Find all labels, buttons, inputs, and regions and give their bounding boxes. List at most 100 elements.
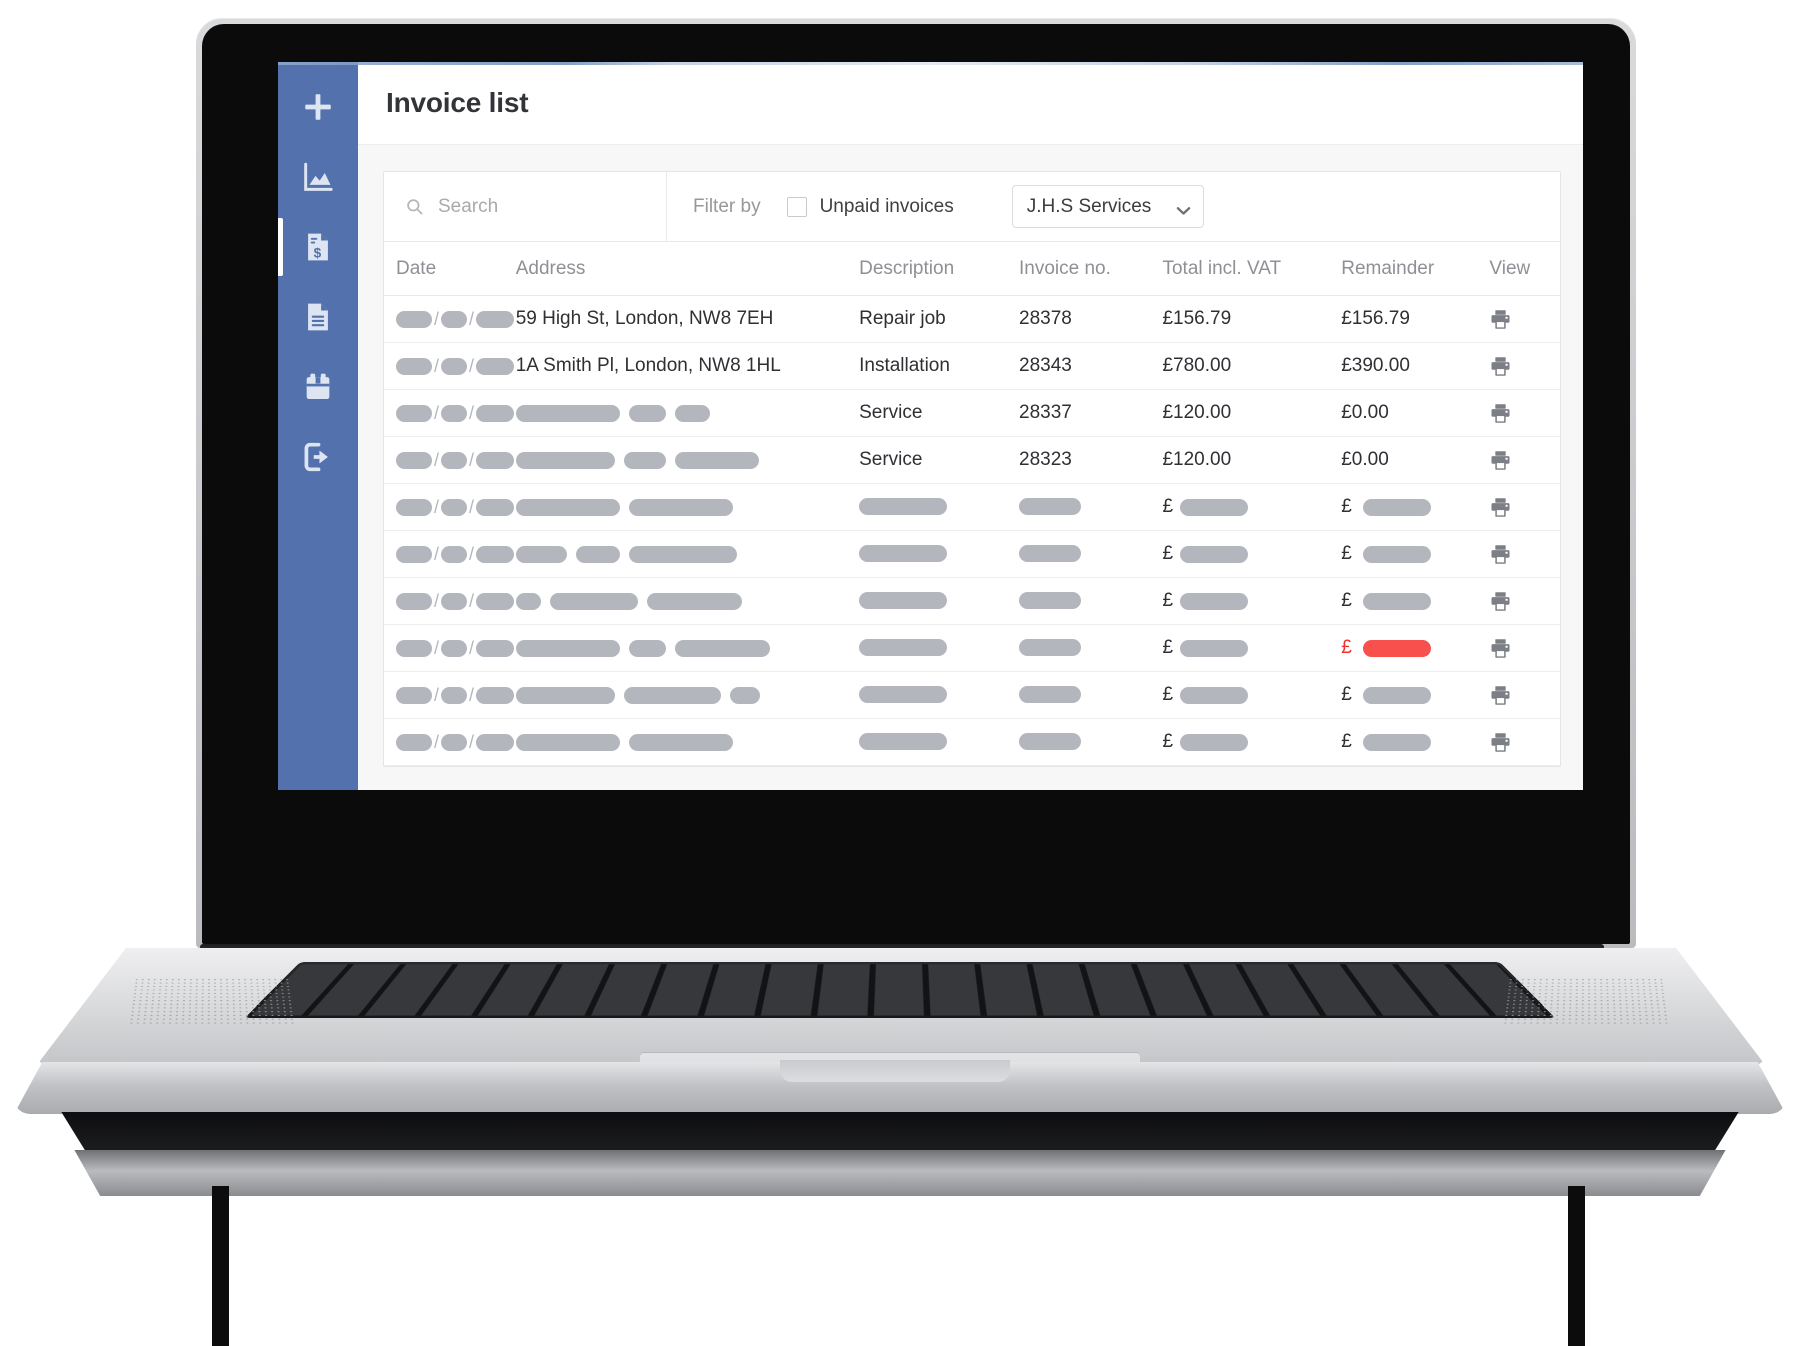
sidebar-item-reports[interactable] [278, 142, 358, 212]
currency-symbol: £ [1162, 496, 1174, 517]
redacted-bar [476, 545, 515, 563]
remainder-redacted: £ [1341, 637, 1489, 659]
table-row[interactable]: / / £ £ [384, 718, 1560, 766]
total-redacted: £ [1162, 637, 1341, 659]
redacted-bar [396, 686, 432, 704]
address-redacted [515, 498, 859, 516]
cell-invoice-no [1019, 624, 1163, 672]
cell-address: 59 High St, London, NW8 7EH [515, 295, 860, 343]
cell-date: / / [384, 436, 516, 484]
cell-invoice-no: 28343 [1019, 342, 1163, 390]
cell-date: / / [384, 295, 516, 343]
sidebar-item-logout[interactable] [278, 422, 358, 492]
date-redacted: / / [396, 357, 516, 375]
sidebar-item-documents[interactable] [278, 282, 358, 352]
redacted-bar [1180, 686, 1249, 704]
checkbox-box[interactable] [786, 196, 807, 217]
cell-view [1489, 671, 1560, 719]
redacted-bar [476, 451, 515, 469]
keyboard-keys [251, 964, 1549, 1016]
redacted-bar [441, 639, 468, 657]
address-redacted [515, 451, 859, 469]
date-separator: / [434, 497, 440, 517]
print-icon[interactable] [1489, 637, 1512, 659]
redacted-bar [859, 639, 948, 657]
cell-remainder: £ [1341, 624, 1490, 672]
redacted-bar [441, 357, 468, 375]
sidebar-item-calendar[interactable] [278, 352, 358, 422]
date-redacted: / / [396, 639, 516, 657]
redacted-bar [628, 498, 733, 516]
table-row[interactable]: //1A Smith Pl, London, NW8 1HL Installati… [384, 342, 1560, 390]
print-icon[interactable] [1489, 449, 1512, 471]
cell-view [1489, 295, 1560, 343]
redacted-bar [1362, 686, 1431, 704]
cell-invoice-no: 28323 [1019, 436, 1163, 484]
unpaid-invoices-checkbox[interactable]: Unpaid invoices [786, 196, 954, 218]
redacted-bar [396, 310, 432, 328]
address-redacted [515, 639, 859, 657]
redacted-bar [575, 545, 620, 563]
print-icon[interactable] [1489, 496, 1512, 518]
print-icon[interactable] [1489, 684, 1512, 706]
date-separator: / [434, 309, 440, 329]
laptop-screen: $ Invoice list Search Filter by Unpaid i… [278, 62, 1583, 790]
date-redacted: / / [396, 404, 516, 422]
redacted-bar [441, 498, 468, 516]
print-icon[interactable] [1489, 543, 1512, 565]
redacted-bar [628, 639, 666, 657]
date-separator: / [434, 591, 440, 611]
print-icon[interactable] [1489, 590, 1512, 612]
redacted-bar [859, 686, 948, 704]
redacted-bar [476, 733, 515, 751]
cell-remainder: £ [1341, 483, 1490, 531]
redacted-bar [515, 733, 620, 751]
table-row[interactable]: / / £ £ [384, 483, 1560, 531]
table-row[interactable]: / / Service 28323 £120.00 £0.00 [384, 436, 1560, 484]
column-header-date: Date [384, 242, 516, 296]
redacted-bar [859, 498, 948, 516]
redacted-bar [441, 733, 468, 751]
redacted-bar [1180, 545, 1249, 563]
table-row[interactable]: / / £ £ [384, 530, 1560, 578]
currency-symbol: £ [1162, 731, 1174, 752]
table-row[interactable]: / / Service 28337 £120.00 £0.00 [384, 389, 1560, 437]
table-row[interactable]: / / £ £ [384, 577, 1560, 625]
company-select[interactable]: J.H.S Services [1011, 185, 1204, 228]
redacted-bar [1019, 639, 1082, 657]
table-row[interactable]: / / £ £ [384, 624, 1560, 672]
date-separator: / [469, 544, 475, 564]
desk-leg-left [212, 1186, 229, 1346]
redacted-bar [476, 357, 515, 375]
date-redacted: / / [396, 498, 516, 516]
cell-description [859, 718, 1020, 766]
print-icon[interactable] [1489, 731, 1512, 753]
column-header-invoice_no: Invoice no. [1019, 242, 1163, 296]
main-content: Invoice list Search Filter by Unpaid inv… [358, 62, 1583, 790]
print-icon[interactable] [1489, 355, 1512, 377]
table-row[interactable]: //59 High St, London, NW8 7EH Repair job 2… [384, 295, 1560, 343]
cell-total: £ [1162, 530, 1342, 578]
date-separator: / [469, 403, 475, 423]
search-input[interactable] [436, 194, 666, 219]
date-separator: / [434, 544, 440, 564]
svg-text:$: $ [314, 245, 322, 260]
cell-total: £ [1162, 718, 1342, 766]
cell-date: / / [384, 624, 516, 672]
total-redacted: £ [1162, 731, 1341, 753]
redacted-bar [1019, 733, 1082, 751]
redacted-bar [476, 686, 515, 704]
sidebar-item-invoices[interactable]: $ [278, 212, 358, 282]
table-header-row: Date Address Description Invoice no. Total i… [384, 242, 1560, 296]
laptop-keyboard [244, 962, 1556, 1019]
table-row[interactable]: / / £ £ [384, 671, 1560, 719]
print-icon[interactable] [1489, 402, 1512, 424]
page-header: Invoice list [358, 62, 1583, 145]
invoice-app: $ Invoice list Search Filter by Unpaid i… [278, 62, 1583, 790]
redacted-bar [1180, 498, 1249, 516]
cell-address [515, 436, 860, 484]
sidebar-item-add-new[interactable] [278, 72, 358, 142]
cell-view [1489, 718, 1560, 766]
print-icon[interactable] [1489, 308, 1512, 330]
search-cell [384, 172, 667, 241]
